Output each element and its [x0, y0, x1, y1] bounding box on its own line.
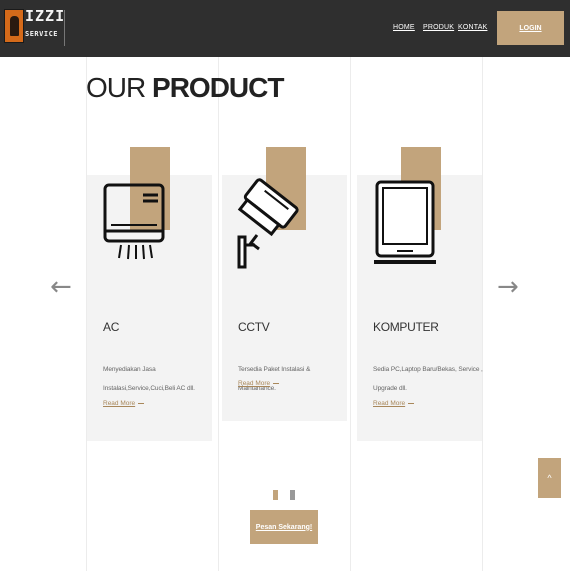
order-now-button[interactable]: Pesan Sekarang! [250, 510, 318, 544]
air-conditioner-icon [103, 183, 165, 270]
section-title: OUR PRODUCT [86, 72, 284, 104]
column-guide [482, 57, 483, 571]
read-more-label[interactable]: Read More [103, 400, 135, 407]
read-more-link[interactable]: Read More [373, 400, 415, 407]
arrow-left-icon[interactable]: ← [50, 274, 72, 300]
page: IZZI SERVICE HOME PRODUK KONTAK LOGIN OU… [0, 0, 570, 571]
login-button[interactable]: LOGIN [497, 11, 564, 45]
logo-figure-icon [10, 16, 19, 36]
nav-kontak-link[interactable]: KONTAK [458, 24, 487, 31]
carousel-dot-2[interactable] [290, 490, 295, 500]
cctv-camera-icon [237, 175, 303, 278]
read-more-label[interactable]: Read More [238, 380, 270, 387]
column-guide [350, 57, 351, 571]
read-more-dash [273, 382, 280, 384]
logo-subtitle[interactable]: SERVICE [25, 30, 58, 38]
nav-home-link[interactable]: HOME [393, 24, 415, 31]
carousel-dot-1[interactable] [273, 490, 278, 500]
product-title: AC [103, 320, 120, 334]
read-more-label[interactable]: Read More [373, 400, 405, 407]
product-desc-line1: Tersedia Paket Instalasi & Maintanance. [238, 366, 311, 392]
product-title: KOMPUTER [373, 320, 439, 334]
logo-title[interactable]: IZZI [25, 7, 65, 25]
product-desc-line1: Sedia PC,Laptop Baru/Bekas, Service , [373, 366, 483, 373]
read-more-dash [138, 402, 145, 404]
header-divider [64, 10, 65, 46]
back-to-top-button[interactable]: ^ [538, 458, 561, 498]
read-more-link[interactable]: Read More [103, 400, 145, 407]
logo-badge[interactable] [4, 9, 24, 43]
arrow-right-icon[interactable]: → [497, 274, 519, 300]
top-navbar: IZZI SERVICE HOME PRODUK KONTAK LOGIN [0, 0, 570, 57]
nav-produk-link[interactable]: PRODUK [423, 24, 454, 31]
product-desc-line2: Upgrade dll. [373, 385, 407, 392]
read-more-dash [408, 402, 415, 404]
product-desc-line2: Instalasi,Service,Cuci,Beli AC dll. [103, 385, 195, 392]
laptop-icon [373, 180, 437, 273]
product-desc-line1: Menyediakan Jasa [103, 366, 156, 373]
section-title-bold: PRODUCT [152, 72, 284, 103]
column-guide [218, 57, 219, 571]
product-title: CCTV [238, 320, 270, 334]
section-title-light: OUR [86, 72, 146, 103]
read-more-link[interactable]: Read More [238, 380, 280, 387]
